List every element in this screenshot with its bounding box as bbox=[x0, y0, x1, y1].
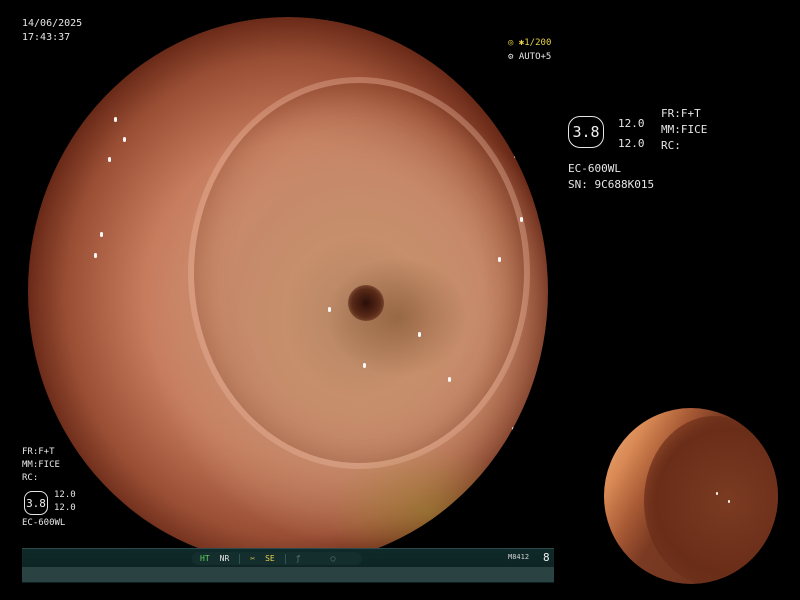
value-bottom: 12.0 bbox=[618, 137, 645, 150]
exposure-block: ◎ ✱1/200 ⚙ AUTO+5 bbox=[508, 36, 551, 64]
se-indicator: SE bbox=[265, 554, 275, 563]
left-zoom-row: 3.8 12.0 12.0 bbox=[22, 487, 76, 517]
highlight bbox=[328, 307, 331, 312]
highlight bbox=[520, 217, 523, 222]
highlight bbox=[94, 253, 97, 258]
highlight bbox=[494, 89, 497, 94]
value-bottom: 12.0 bbox=[54, 503, 76, 513]
highlight bbox=[508, 127, 511, 132]
zoom-value: 3.8 bbox=[572, 123, 600, 141]
highlight bbox=[514, 153, 517, 158]
shutter-text: 1/200 bbox=[524, 38, 552, 48]
enhancement-values: 12.0 12.0 bbox=[54, 489, 76, 515]
mm-text: MM:FICE bbox=[661, 123, 708, 136]
lumen-opening bbox=[348, 285, 384, 321]
mm-text: MM:FICE bbox=[22, 460, 60, 470]
divider bbox=[284, 553, 286, 564]
highlight bbox=[100, 232, 103, 237]
nr-indicator: NR bbox=[219, 554, 230, 563]
scope-info: EC-600WL SN: 9C688K015 bbox=[568, 161, 654, 193]
value-top: 12.0 bbox=[618, 117, 645, 130]
endoscope-thumbnail-view bbox=[604, 408, 778, 584]
highlight bbox=[363, 363, 366, 368]
status-bar-lower bbox=[22, 567, 554, 582]
highlight bbox=[418, 332, 421, 337]
flash-icon: ƒ bbox=[295, 554, 301, 563]
endoscope-main-view bbox=[28, 17, 548, 565]
mucosal-fold bbox=[188, 77, 530, 469]
serial-text: SN: 9C688K015 bbox=[568, 178, 655, 191]
value-top: 12.0 bbox=[54, 490, 76, 500]
enhancement-values: 12.0 12.0 bbox=[618, 114, 645, 154]
shutter-icon: ◎ ✱ bbox=[508, 38, 525, 48]
highlight bbox=[728, 500, 730, 503]
status-bar: HT NR ✂ SE ƒ ◯ M8412 8 bbox=[22, 548, 554, 583]
counter-text: 8 bbox=[543, 551, 550, 564]
thumbnail-fold bbox=[644, 416, 778, 584]
auto-icon: ⚙ bbox=[508, 52, 519, 62]
highlight bbox=[498, 257, 501, 262]
highlight bbox=[160, 25, 163, 30]
highlight bbox=[512, 427, 515, 432]
zoom-octagon: 3.8 bbox=[24, 491, 48, 515]
highlight bbox=[114, 117, 117, 122]
settings-panel-left: FR:F+T MM:FICE RC: 3.8 12.0 12.0 EC-600W… bbox=[22, 446, 76, 530]
fr-text: FR:F+T bbox=[22, 447, 55, 457]
date-text: 14/06/2025 bbox=[22, 18, 83, 29]
ht-indicator: HT bbox=[200, 554, 210, 563]
fr-text: FR:F+T bbox=[661, 107, 701, 120]
rc-text: RC: bbox=[22, 473, 39, 483]
record-icon: ◯ bbox=[330, 554, 336, 563]
exposure-text: AUTO+5 bbox=[518, 52, 552, 62]
highlight bbox=[716, 492, 718, 495]
rc-text: RC: bbox=[661, 139, 681, 152]
zoom-octagon: 3.8 bbox=[568, 116, 604, 148]
highlight bbox=[448, 377, 451, 382]
status-indicators: HT NR ✂ SE ƒ ◯ bbox=[192, 552, 362, 565]
zoom-value: 3.8 bbox=[26, 496, 46, 510]
highlight bbox=[108, 157, 111, 162]
time-text: 17:43:37 bbox=[22, 32, 71, 43]
mode-list: FR:F+T MM:FICE RC: bbox=[661, 106, 707, 154]
datetime-block: 14/06/2025 17:43:37 bbox=[22, 17, 82, 45]
highlight bbox=[158, 43, 161, 48]
divider bbox=[239, 553, 241, 564]
highlight bbox=[123, 137, 126, 142]
model-text: EC-600WL bbox=[568, 162, 621, 175]
code-text: M8412 bbox=[508, 553, 530, 561]
model-text: EC-600WL bbox=[22, 518, 66, 528]
scissors-icon: ✂ bbox=[250, 554, 256, 563]
